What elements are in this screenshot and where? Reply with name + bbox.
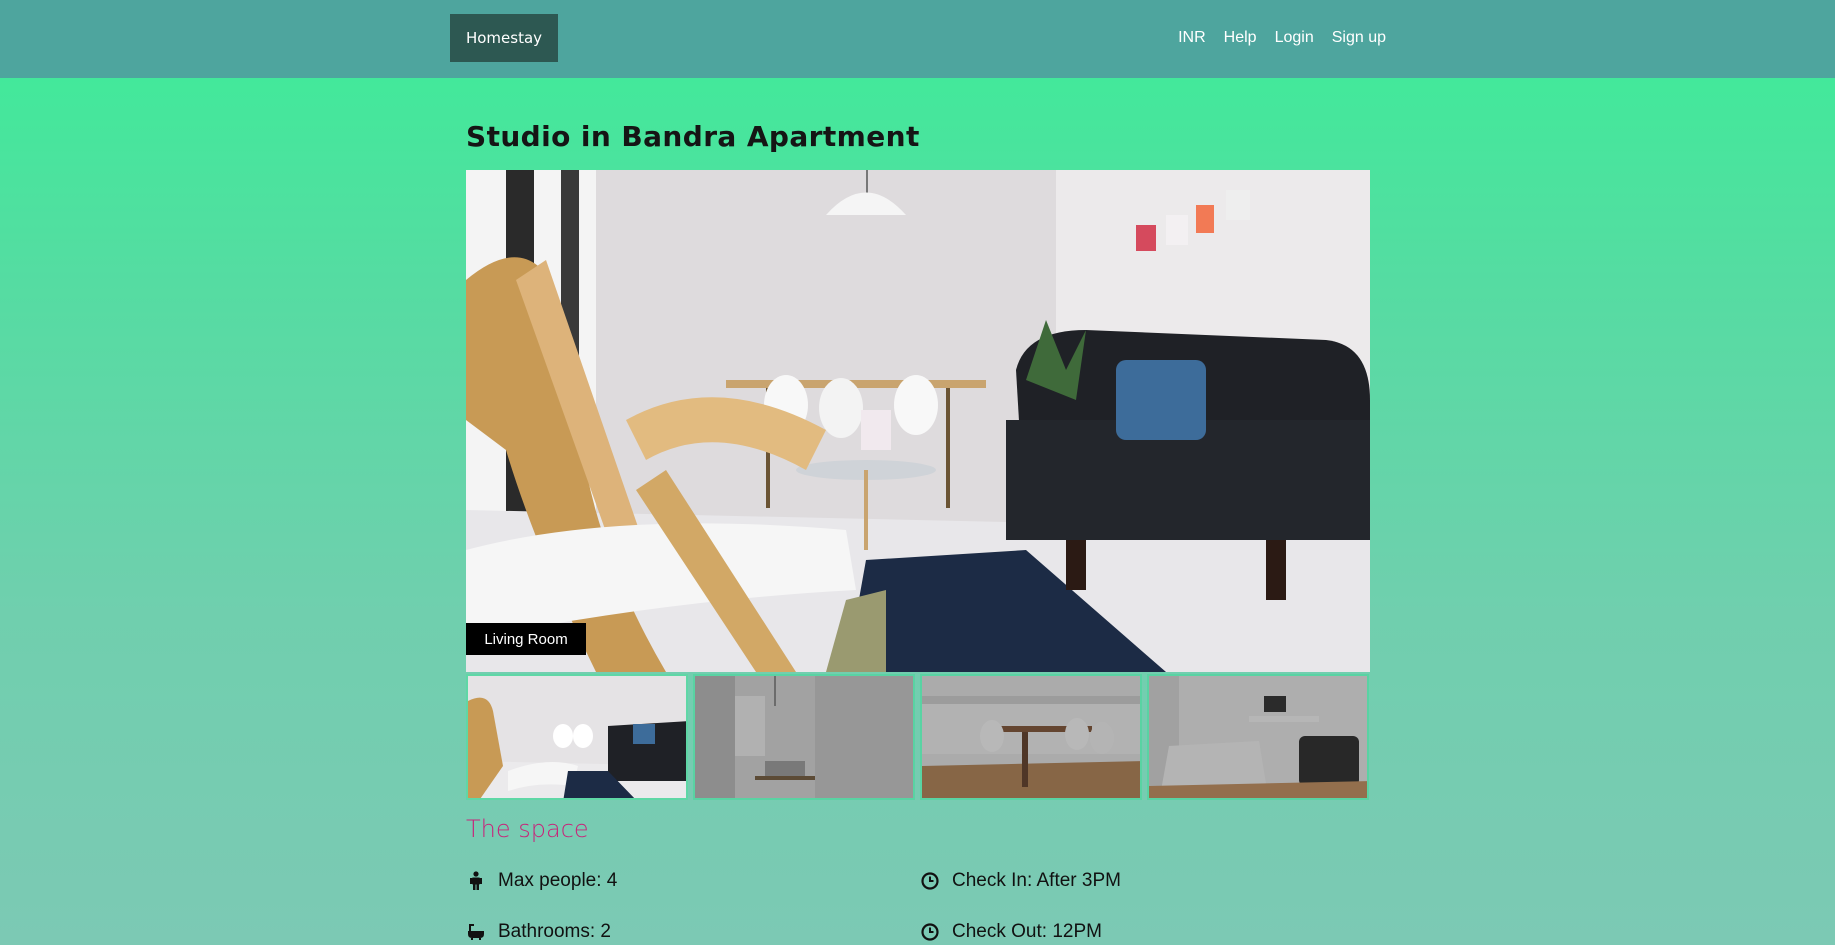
top-navbar: Homestay INR Help Login Sign up — [0, 0, 1835, 78]
feature-check-in: Check In: After 3PM — [920, 870, 1121, 892]
nav-links: INR Help Login Sign up — [1178, 0, 1386, 76]
nav-login[interactable]: Login — [1275, 29, 1314, 47]
nav-help[interactable]: Help — [1224, 29, 1257, 47]
clock-icon — [921, 872, 939, 890]
nav-currency-inr[interactable]: INR — [1178, 29, 1206, 47]
thumbnail-dining[interactable] — [920, 674, 1142, 800]
bathtub-icon — [468, 924, 484, 940]
thumbnail-hallway[interactable] — [693, 674, 915, 800]
clock-icon — [921, 923, 939, 941]
listing-title: Studio in Bandra Apartment — [466, 120, 920, 153]
feature-max-people: Max people: 4 — [466, 870, 617, 892]
feature-max-people-text: Max people: 4 — [498, 870, 618, 891]
photo-caption: Living Room — [466, 623, 586, 655]
brand-logo[interactable]: Homestay — [450, 14, 558, 62]
feature-bathrooms: Bathrooms: 2 — [466, 921, 611, 943]
thumbnail-bedroom[interactable] — [1147, 674, 1369, 800]
main-photo[interactable] — [466, 170, 1370, 672]
person-icon — [470, 871, 482, 890]
feature-check-out: Check Out: 12PM — [920, 921, 1102, 943]
photo-thumbnails — [466, 674, 1370, 802]
living-room-image — [466, 170, 1370, 672]
feature-check-in-text: Check In: After 3PM — [952, 870, 1121, 891]
thumbnail-living-room[interactable] — [466, 674, 688, 800]
nav-signup[interactable]: Sign up — [1332, 29, 1386, 47]
feature-check-out-text: Check Out: 12PM — [952, 921, 1102, 942]
section-title-the-space: The space — [466, 815, 589, 843]
feature-bathrooms-text: Bathrooms: 2 — [498, 921, 611, 942]
